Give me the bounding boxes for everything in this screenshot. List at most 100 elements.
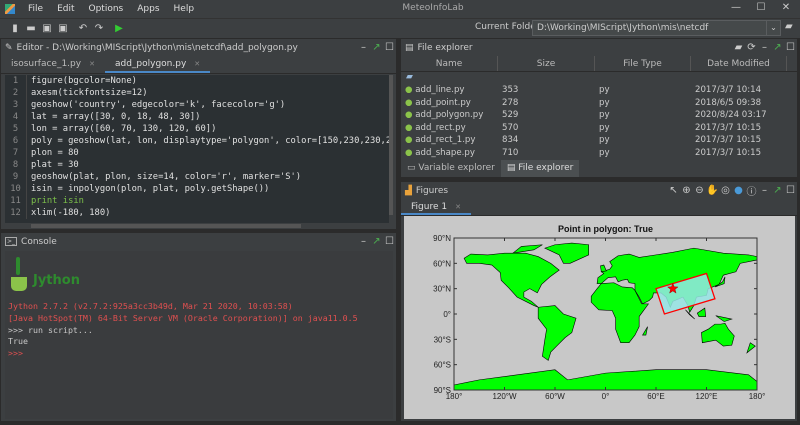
code-line[interactable]: 3 geoshow('country', edgecolor='k', facec… <box>5 99 389 111</box>
code-editor[interactable]: 1 figure(bgcolor=None) 2 axesm(tickfontsize… <box>5 75 389 223</box>
tab-label: isosurface_1.py <box>11 59 82 69</box>
file-row[interactable]: ● add_point.py 278 py 2018/6/5 09:38 <box>401 97 797 110</box>
file-row[interactable]: ● add_shape.py 710 py 2017/3/7 10:15 <box>401 147 797 160</box>
jython-logo: Jython <box>5 251 393 301</box>
code-line[interactable]: 8 plat = 30 <box>5 159 389 171</box>
save-as-icon[interactable]: ▣ <box>56 22 70 35</box>
figure-canvas[interactable]: Point in polygon: True 90°N 60°N 30°N 0° 30°S… <box>404 216 795 419</box>
tab-figure-1[interactable]: Figure 1 ✕ <box>401 199 471 215</box>
tab-add-polygon[interactable]: add_polygon.py ✕ <box>104 56 211 73</box>
line-number: 6 <box>5 135 27 147</box>
column-size[interactable]: Size <box>498 56 595 71</box>
explorer-bottom-tabs: ▭ Variable explorer ▤ File explorer <box>401 160 797 177</box>
code-line[interactable]: 1 figure(bgcolor=None) <box>5 75 389 87</box>
parent-directory-row[interactable]: ▰ <box>401 72 797 84</box>
file-cell: py <box>595 134 691 147</box>
zoom-in-icon[interactable]: ⊕ <box>680 185 693 196</box>
browse-folder-icon[interactable]: ▰ <box>785 21 793 32</box>
minimize-panel-icon[interactable]: – <box>758 42 771 53</box>
redo-icon[interactable]: ↷ <box>92 22 106 35</box>
tab-file-explorer[interactable]: ▤ File explorer <box>500 160 580 177</box>
globe-icon[interactable]: ● <box>732 185 745 196</box>
maximize-panel-icon[interactable]: ☐ <box>383 236 396 247</box>
current-folder-input[interactable]: D:\Working\MIScript\Jython\mis\netcdf ⌄ <box>532 20 781 36</box>
code-text: plat = 30 <box>31 160 79 170</box>
file-date: 2020/8/24 03:17 <box>695 110 767 120</box>
column-file-type[interactable]: File Type <box>595 56 691 71</box>
minimize-panel-icon[interactable]: – <box>357 236 370 247</box>
file-row[interactable]: ● add_rect_1.py 834 py 2017/3/7 10:15 <box>401 134 797 147</box>
undo-icon[interactable]: ↶ <box>76 22 90 35</box>
code-line[interactable]: 5 lon = array([60, 70, 130, 120, 60]) <box>5 123 389 135</box>
horizontal-scrollbar[interactable] <box>31 224 301 228</box>
chevron-down-icon[interactable]: ⌄ <box>766 21 780 35</box>
code-text: print isin <box>31 196 84 206</box>
vertical-scrollbar[interactable] <box>389 75 393 215</box>
file-cell: py <box>595 97 691 110</box>
file-date: 2017/3/7 10:15 <box>695 135 762 145</box>
column-date-modified[interactable]: Date Modified <box>691 56 787 71</box>
console-output[interactable]: Jython Jython 2.7.2 (v2.7.2:925a3cc3b49d… <box>5 251 393 419</box>
maximize-button[interactable]: ☐ <box>751 2 771 13</box>
file-name: add_line.py <box>415 85 465 95</box>
close-tab-icon[interactable]: ✕ <box>194 60 200 68</box>
line-number: 3 <box>5 99 27 111</box>
run-icon[interactable]: ▶ <box>112 22 126 35</box>
maximize-panel-icon[interactable]: ☐ <box>383 42 396 53</box>
open-folder-icon[interactable]: ▬ <box>24 22 38 35</box>
info-icon[interactable]: ⓘ <box>745 183 758 198</box>
x-tick-label: 180° <box>749 392 766 401</box>
file-cell: 710 <box>498 147 595 160</box>
code-line[interactable]: 12 xlim(-180, 180) <box>5 207 389 219</box>
file-cell: py <box>595 84 691 97</box>
line-number: 1 <box>5 75 27 87</box>
new-file-icon[interactable]: ▮ <box>8 22 22 35</box>
current-folder-bar: Current Folder: D:\Working\MIScript\Jyth… <box>472 20 800 36</box>
close-button[interactable]: ✕ <box>776 2 796 13</box>
tab-isosurface[interactable]: isosurface_1.py ✕ <box>1 56 105 73</box>
code-line[interactable]: 9 geoshow(plat, plon, size=14, color='r',… <box>5 171 389 183</box>
column-name[interactable]: Name <box>401 56 498 71</box>
code-line[interactable]: 7 plon = 80 <box>5 147 389 159</box>
save-icon[interactable]: ▣ <box>40 22 54 35</box>
file-cell: py <box>595 147 691 160</box>
file-cell: 2018/6/5 09:38 <box>691 97 787 110</box>
float-panel-icon[interactable]: ↗ <box>370 42 383 53</box>
tab-label: Figure 1 <box>411 202 448 212</box>
code-line[interactable]: 6 poly = geoshow(lat, lon, displaytype='p… <box>5 135 389 147</box>
select-icon[interactable]: ↖ <box>667 185 680 196</box>
y-tick-label: 30°N <box>433 285 451 294</box>
float-panel-icon[interactable]: ↗ <box>370 236 383 247</box>
x-tick-label: 180° <box>446 392 463 401</box>
maximize-panel-icon[interactable]: ☐ <box>784 185 797 196</box>
tab-variable-explorer[interactable]: ▭ Variable explorer <box>401 160 501 177</box>
file-row[interactable]: ● add_line.py 353 py 2017/3/7 10:14 <box>401 84 797 97</box>
zoom-out-icon[interactable]: ⊖ <box>693 185 706 196</box>
maximize-panel-icon[interactable]: ☐ <box>784 42 797 53</box>
code-line[interactable]: 2 axesm(tickfontsize=12) <box>5 87 389 99</box>
refresh-icon[interactable]: ⟳ <box>745 42 758 53</box>
close-tab-icon[interactable]: ✕ <box>455 203 461 211</box>
python-file-icon: ● <box>405 135 416 145</box>
file-size: 529 <box>502 110 519 120</box>
console-line: >>> run script... <box>8 324 93 335</box>
file-size: 570 <box>502 122 519 133</box>
code-line[interactable]: 4 lat = array([30, 0, 18, 48, 30]) <box>5 111 389 123</box>
parent-folder-icon[interactable]: ▰ <box>732 42 745 53</box>
minimize-button[interactable]: — <box>726 2 746 13</box>
float-panel-icon[interactable]: ↗ <box>771 185 784 196</box>
float-panel-icon[interactable]: ↗ <box>771 42 784 53</box>
rotate-icon[interactable]: ◎ <box>719 185 732 196</box>
current-folder-value: D:\Working\MIScript\Jython\mis\netcdf <box>537 23 709 33</box>
minimize-panel-icon[interactable]: – <box>357 42 370 53</box>
code-line[interactable]: 11 print isin <box>5 195 389 207</box>
code-line[interactable]: 10 isin = inpolygon(plon, plat, poly.getS… <box>5 183 389 195</box>
file-cell: 2017/3/7 10:15 <box>691 147 787 160</box>
file-row[interactable]: ● add_rect.py 570 py 2017/3/7 10:15 <box>401 122 797 135</box>
tab-label: add_polygon.py <box>114 59 187 69</box>
close-tab-icon[interactable]: ✕ <box>89 60 95 68</box>
file-row[interactable]: ● add_polygon.py 529 py 2020/8/24 03:17 <box>401 109 797 122</box>
minimize-panel-icon[interactable]: – <box>758 185 771 196</box>
pan-hand-icon[interactable]: ✋ <box>706 185 719 196</box>
file-date: 2017/3/7 10:15 <box>695 122 762 133</box>
